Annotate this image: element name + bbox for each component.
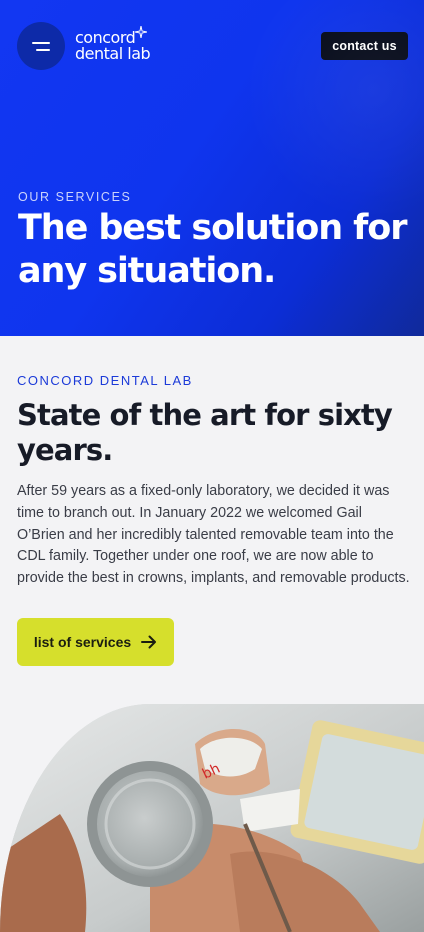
list-of-services-button[interactable]: list of services bbox=[17, 618, 174, 666]
section-body: After 59 years as a fixed-only laborator… bbox=[17, 483, 410, 587]
menu-button[interactable] bbox=[17, 22, 65, 70]
list-of-services-label: list of services bbox=[33, 634, 132, 650]
dental-lab-photo-illustration: bh bbox=[0, 704, 424, 932]
hamburger-menu-icon-line bbox=[36, 48, 50, 51]
lab-photo-section: bh bbox=[0, 704, 424, 932]
arrow-right-icon bbox=[141, 635, 157, 649]
section-eyebrow: CONCORD DENTAL LAB bbox=[17, 373, 193, 388]
contact-us-button[interactable]: contact us bbox=[321, 32, 408, 60]
hero-title: The best solution for any situation. bbox=[18, 208, 407, 291]
dental-lab-photo: bh bbox=[0, 704, 424, 932]
intro-section: CONCORD DENTAL LAB State of the art for … bbox=[0, 336, 424, 704]
logo-text-line2: dental lab bbox=[75, 44, 151, 63]
hamburger-menu-icon bbox=[32, 41, 50, 44]
hero-section: concord dental lab contact us OUR SERVIC… bbox=[0, 0, 424, 336]
sparkle-icon bbox=[135, 26, 147, 38]
logo[interactable]: concord dental lab bbox=[75, 26, 151, 63]
hero-eyebrow: OUR SERVICES bbox=[18, 190, 132, 204]
section-title: State of the art for sixty years. bbox=[17, 398, 393, 467]
